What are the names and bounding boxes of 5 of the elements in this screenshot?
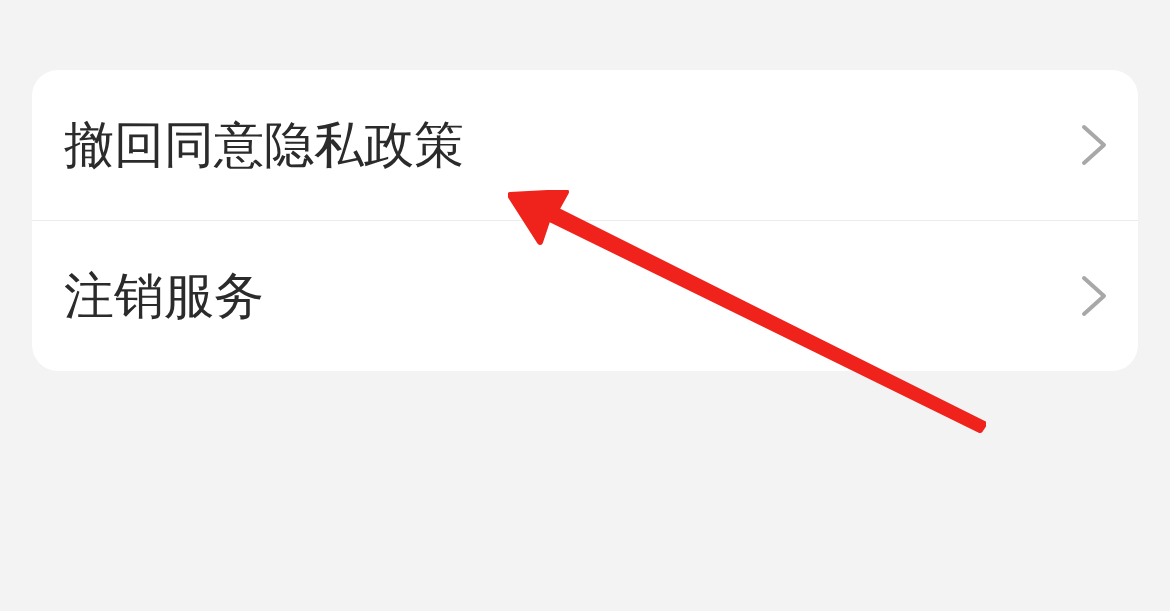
settings-item[interactable]: 注销服务 xyxy=(32,221,1138,371)
settings-item[interactable]: 撤回同意隐私政策 xyxy=(32,70,1138,220)
chevron-right-icon xyxy=(1080,274,1108,318)
arrow-icon xyxy=(508,190,986,436)
chevron-right-icon xyxy=(1080,123,1108,167)
